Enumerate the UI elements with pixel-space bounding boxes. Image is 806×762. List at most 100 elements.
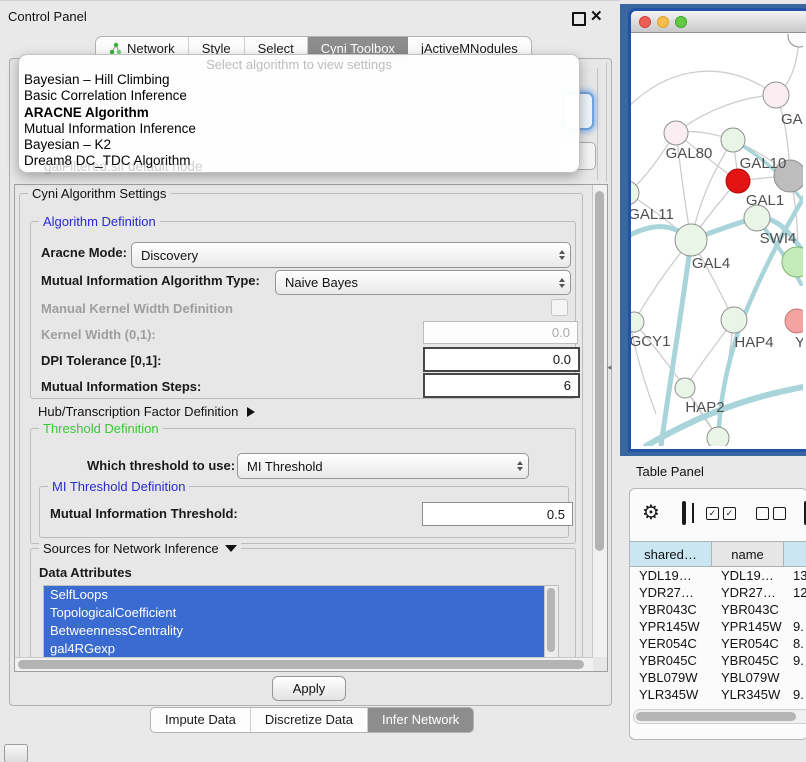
zoom-traffic-light[interactable]: [675, 16, 687, 28]
network-view-window[interactable]: GAL GAL80 GAL10 GAL1 GAL11 SWI4 GAL4 GCY…: [628, 8, 806, 452]
sources-expander[interactable]: Sources for Network Inference: [39, 541, 241, 556]
table-cell[interactable]: 13: [784, 567, 806, 584]
columns-icon[interactable]: [682, 501, 686, 525]
combo-stepper-icon: [553, 271, 570, 294]
table-cell[interactable]: 12: [784, 584, 806, 601]
group-title: MI Threshold Definition: [48, 479, 189, 494]
dropdown-option[interactable]: Mutual Information Inference: [24, 121, 574, 137]
network-window-titlebar[interactable]: [631, 11, 806, 33]
kernel-width-field[interactable]: 0.0: [423, 321, 578, 344]
hub-definition-expander[interactable]: Hub/Transcription Factor Definition: [38, 404, 255, 419]
dpi-tolerance-field[interactable]: 0.0: [423, 347, 580, 372]
network-node[interactable]: [788, 34, 803, 47]
list-item[interactable]: TopologicalCoefficient: [44, 604, 558, 622]
table-cell[interactable]: YBL079W: [712, 669, 784, 686]
table-row[interactable]: YPR145WYPR145W9.: [630, 618, 806, 635]
group-title: Threshold Definition: [39, 421, 163, 436]
table-cell[interactable]: 9.: [784, 652, 806, 669]
table-cell[interactable]: 8.: [784, 635, 806, 652]
mi-type-combo[interactable]: Naive Bayes: [275, 270, 571, 295]
table-browser: ⚙ ✓ ✓ shared… name YDL19…YDL19…13YDR27…Y…: [629, 488, 806, 740]
table-cell[interactable]: YLR345W: [630, 686, 712, 703]
apply-button[interactable]: Apply: [272, 676, 346, 701]
table-cell[interactable]: YDR27…: [712, 584, 784, 601]
table-horizontal-scrollbar[interactable]: [633, 709, 806, 724]
network-node-gcy1[interactable]: [631, 312, 644, 332]
table-cell[interactable]: YBR045C: [630, 652, 712, 669]
network-node-gal10[interactable]: [721, 128, 745, 152]
table-cell[interactable]: YDL19…: [630, 567, 712, 584]
tab-infer-network[interactable]: Infer Network: [368, 708, 473, 732]
panel-divider-handle[interactable]: ◂: [607, 362, 612, 373]
table-cell[interactable]: YIL052C: [712, 703, 784, 707]
table-cell[interactable]: 9: [784, 703, 806, 707]
table-cell[interactable]: YPR145W: [630, 618, 712, 635]
list-scrollbar[interactable]: [544, 586, 558, 660]
network-node-gal80[interactable]: [664, 121, 688, 145]
network-node[interactable]: [763, 82, 789, 108]
checked-box-icon: ✓: [723, 507, 736, 520]
network-node[interactable]: [785, 309, 803, 333]
table-row[interactable]: YIL052CYIL052C9: [630, 703, 806, 707]
aracne-mode-combo[interactable]: Discovery: [131, 242, 571, 268]
table-cell[interactable]: YER054C: [630, 635, 712, 652]
close-panel-button[interactable]: ✕: [590, 7, 603, 25]
manual-kernel-checkbox[interactable]: [551, 299, 568, 316]
gear-icon[interactable]: ⚙: [642, 503, 660, 523]
table-cell[interactable]: YPR145W: [712, 618, 784, 635]
table-cell[interactable]: YLR345W: [712, 686, 784, 703]
table-cell[interactable]: 9.: [784, 618, 806, 635]
tab-discretize-data[interactable]: Discretize Data: [251, 708, 368, 732]
network-node[interactable]: [707, 427, 729, 446]
column-header[interactable]: [784, 541, 806, 567]
network-node-gal4[interactable]: [675, 224, 707, 256]
table-row[interactable]: YBR045CYBR045C9.: [630, 652, 806, 669]
table-row[interactable]: YER054CYER054C8.: [630, 635, 806, 652]
network-canvas[interactable]: GAL GAL80 GAL10 GAL1 GAL11 SWI4 GAL4 GCY…: [631, 34, 803, 446]
settings-horizontal-scrollbar[interactable]: [15, 657, 593, 671]
dropdown-option[interactable]: Bayesian – Hill Climbing: [24, 72, 574, 88]
table-cell[interactable]: YBR043C: [712, 601, 784, 618]
deselect-all-icon[interactable]: [756, 507, 786, 520]
table-row[interactable]: YDR27…YDR27…12: [630, 584, 806, 601]
table-cell[interactable]: YDL19…: [712, 567, 784, 584]
table-row[interactable]: YBL079WYBL079W: [630, 669, 806, 686]
select-all-icon[interactable]: ✓ ✓: [706, 507, 736, 520]
column-header[interactable]: shared…: [630, 541, 712, 567]
table-cell[interactable]: [784, 669, 806, 686]
settings-vertical-scrollbar[interactable]: [592, 185, 607, 657]
network-node-gal11[interactable]: [631, 181, 639, 205]
mi-threshold-field[interactable]: 0.5: [422, 502, 573, 526]
network-node-hap4[interactable]: [721, 307, 747, 333]
table-cell[interactable]: YIL052C: [630, 703, 712, 707]
table-row[interactable]: YDL19…YDL19…13: [630, 567, 806, 584]
corner-collapse-button[interactable]: [4, 744, 28, 762]
mi-steps-field[interactable]: 6: [423, 373, 580, 398]
list-item[interactable]: BetweennessCentrality: [44, 622, 558, 640]
table-cell[interactable]: [784, 601, 806, 618]
list-item[interactable]: gal4RGexp: [44, 640, 558, 658]
table-cell[interactable]: 9.: [784, 686, 806, 703]
table-cell[interactable]: YBR045C: [712, 652, 784, 669]
dropdown-option[interactable]: Basic Correlation Inference: [24, 88, 574, 104]
minimize-traffic-light[interactable]: [657, 16, 669, 28]
dropdown-option-selected[interactable]: ARACNE Algorithm: [24, 105, 574, 121]
float-window-button[interactable]: [572, 12, 586, 26]
table-row[interactable]: YLR345WYLR345W9.: [630, 686, 806, 703]
table-cell[interactable]: YBL079W: [630, 669, 712, 686]
dropdown-option[interactable]: Bayesian – K2: [24, 137, 574, 153]
table-cell[interactable]: YBR043C: [630, 601, 712, 618]
table-cell[interactable]: YER054C: [712, 635, 784, 652]
which-threshold-combo[interactable]: MI Threshold: [237, 453, 529, 479]
table-row[interactable]: YBR043CYBR043C: [630, 601, 806, 618]
close-traffic-light[interactable]: [639, 16, 651, 28]
network-node[interactable]: [782, 247, 803, 277]
table-cell[interactable]: YDR27…: [630, 584, 712, 601]
network-node-hap2[interactable]: [675, 378, 695, 398]
application-window: Control Panel ✕ Network Style Select Cyn…: [0, 0, 806, 762]
hidden-groupbox-border: [597, 68, 598, 180]
tab-impute-data[interactable]: Impute Data: [151, 708, 251, 732]
list-item[interactable]: SelfLoops: [44, 586, 558, 604]
column-header[interactable]: name: [712, 541, 784, 567]
network-node-gal1[interactable]: [726, 169, 750, 193]
